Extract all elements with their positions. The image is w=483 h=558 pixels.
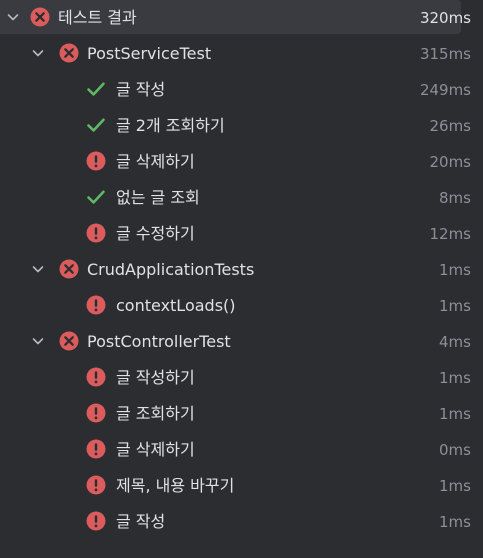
test-row[interactable]: PostServiceTest 315ms bbox=[0, 36, 483, 72]
test-row[interactable]: 글 조회하기 1ms bbox=[0, 396, 483, 432]
test-name: PostControllerTest bbox=[87, 332, 231, 351]
test-duration: 12ms bbox=[429, 225, 471, 243]
test-name: CrudApplicationTests bbox=[87, 260, 255, 279]
test-name: 없는 글 조회 bbox=[116, 188, 200, 207]
checkmark-icon bbox=[86, 187, 106, 207]
test-name: PostServiceTest bbox=[87, 44, 212, 63]
failed-circle-x-icon bbox=[59, 331, 79, 351]
test-duration: 1ms bbox=[439, 297, 471, 315]
test-row[interactable]: 글 수정하기 12ms bbox=[0, 216, 483, 252]
test-duration: 1ms bbox=[439, 369, 471, 387]
error-exclamation-icon bbox=[86, 367, 106, 387]
test-row[interactable]: 글 삭제하기 0ms bbox=[0, 432, 483, 468]
test-row[interactable]: 없는 글 조회 8ms bbox=[0, 180, 483, 216]
test-name: 글 작성 bbox=[116, 80, 166, 99]
test-row[interactable]: 글 2개 조회하기 26ms bbox=[0, 108, 483, 144]
test-name: 글 2개 조회하기 bbox=[116, 116, 225, 135]
chevron-down-icon[interactable] bbox=[5, 9, 21, 25]
test-name: 제목, 내용 바꾸기 bbox=[116, 476, 235, 495]
test-row[interactable]: 글 작성 249ms bbox=[0, 72, 483, 108]
error-exclamation-icon bbox=[86, 223, 106, 243]
test-row[interactable]: 글 작성 1ms bbox=[0, 504, 483, 540]
checkmark-icon bbox=[86, 79, 106, 99]
test-duration: 1ms bbox=[439, 405, 471, 423]
test-duration: 1ms bbox=[439, 477, 471, 495]
error-exclamation-icon bbox=[86, 439, 106, 459]
chevron-down-icon[interactable] bbox=[30, 333, 46, 349]
test-name: 글 삭제하기 bbox=[116, 152, 195, 171]
failed-circle-x-icon bbox=[30, 7, 50, 27]
test-name: 글 수정하기 bbox=[116, 224, 195, 243]
test-duration: 249ms bbox=[419, 81, 471, 99]
test-duration: 1ms bbox=[439, 261, 471, 279]
error-exclamation-icon bbox=[86, 403, 106, 423]
test-row[interactable]: contextLoads() 1ms bbox=[0, 288, 483, 324]
error-exclamation-icon bbox=[86, 151, 106, 171]
test-results-tree: 테스트 결과 320ms PostServiceTest 315ms 글 작성 249ms… bbox=[0, 0, 483, 558]
test-duration: 320ms bbox=[419, 9, 471, 27]
test-row[interactable]: CrudApplicationTests 1ms bbox=[0, 252, 483, 288]
test-name: contextLoads() bbox=[116, 296, 236, 315]
error-exclamation-icon bbox=[86, 475, 106, 495]
failed-circle-x-icon bbox=[59, 43, 79, 63]
test-name: 글 삭제하기 bbox=[116, 440, 195, 459]
test-duration: 315ms bbox=[419, 45, 471, 63]
chevron-down-icon[interactable] bbox=[30, 45, 46, 61]
test-row[interactable]: 제목, 내용 바꾸기 1ms bbox=[0, 468, 483, 504]
test-row[interactable]: 글 삭제하기 20ms bbox=[0, 144, 483, 180]
test-duration: 1ms bbox=[439, 513, 471, 531]
test-duration: 26ms bbox=[429, 117, 471, 135]
test-name: 테스트 결과 bbox=[58, 8, 137, 27]
test-row[interactable]: 글 작성하기 1ms bbox=[0, 360, 483, 396]
chevron-down-icon[interactable] bbox=[30, 261, 46, 277]
test-duration: 4ms bbox=[439, 333, 471, 351]
test-duration: 20ms bbox=[429, 153, 471, 171]
test-duration: 8ms bbox=[439, 189, 471, 207]
checkmark-icon bbox=[86, 115, 106, 135]
error-exclamation-icon bbox=[86, 295, 106, 315]
test-row[interactable]: PostControllerTest 4ms bbox=[0, 324, 483, 360]
test-row[interactable]: 테스트 결과 320ms bbox=[0, 0, 483, 36]
test-duration: 0ms bbox=[439, 441, 471, 459]
test-name: 글 작성 bbox=[116, 512, 166, 531]
test-name: 글 조회하기 bbox=[116, 404, 195, 423]
test-name: 글 작성하기 bbox=[116, 368, 195, 387]
failed-circle-x-icon bbox=[59, 259, 79, 279]
error-exclamation-icon bbox=[86, 511, 106, 531]
